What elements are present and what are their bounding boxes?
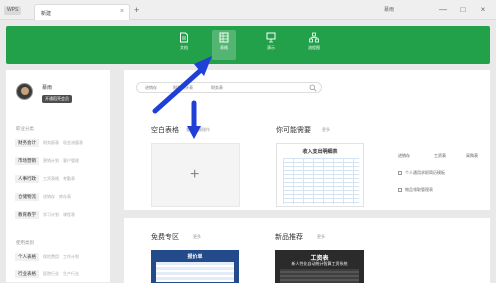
suggestion-text: 物品领取管理表	[405, 187, 433, 192]
recommend-section-title: 你可能需要	[276, 127, 311, 134]
occupation-section-title: 职业分类	[16, 126, 34, 131]
free-more-link[interactable]: 更多	[193, 234, 201, 240]
category-sub-link[interactable]: 课程表	[63, 212, 75, 218]
create-spreadsheet-button[interactable]: 表格	[212, 30, 236, 60]
category-row: 财务会计 财务报表 现金流量表	[15, 138, 83, 148]
minimize-button[interactable]: —	[436, 3, 450, 17]
spreadsheet-icon	[219, 32, 229, 43]
category-personal[interactable]: 个人表格	[15, 253, 39, 261]
document-icon	[398, 187, 402, 192]
suggestion-item[interactable]: 个人通用求职简历模板	[398, 170, 445, 176]
category-row: 仓储物流 进销存 库存表	[15, 192, 71, 202]
search-tag[interactable]: 财务表	[211, 85, 223, 91]
flowchart-icon	[309, 32, 319, 43]
category-sub-link[interactable]: 库存表	[59, 194, 71, 200]
new-more-link[interactable]: 更多	[317, 234, 325, 240]
category-sub-link[interactable]: 财务报表	[43, 140, 59, 146]
tab-label: 新建	[41, 11, 52, 17]
add-tab-button[interactable]: +	[134, 6, 139, 15]
template-title: 收入支出明细表	[302, 149, 338, 155]
search-icon[interactable]	[309, 84, 317, 92]
keyword-link[interactable]: 进销存	[398, 153, 410, 159]
usage-section-title: 使用类别	[16, 240, 34, 245]
category-industry[interactable]: 行业表格	[15, 270, 39, 278]
search-tag[interactable]: 进销存	[145, 85, 157, 91]
category-row: 人事行政 工资表格 考勤表	[15, 174, 75, 184]
category-sub-link[interactable]: 考勤表	[63, 176, 75, 182]
template-card[interactable]: 收入支出明细表	[276, 143, 364, 207]
profile-username: 慕雨	[42, 85, 53, 91]
open-vip-button[interactable]: 开通稻壳会员	[42, 95, 72, 103]
tab-new[interactable]: 新建 ×	[34, 4, 130, 20]
category-row: 个人表格 保险费用 工作计划	[15, 252, 79, 262]
create-document-button[interactable]: 文档	[172, 30, 196, 60]
sidebar: 慕雨 开通稻壳会员 职业分类 财务会计 财务报表 现金流量表 市场营销 营销计划…	[6, 70, 110, 282]
category-sub-link[interactable]: 学习计划	[43, 212, 59, 218]
category-sub-link[interactable]: 工资表格	[43, 176, 59, 182]
category-row: 教育教学 学习计划 课程表	[15, 210, 75, 220]
title-bar: WPS 新建 × + 慕雨 — □ ×	[0, 0, 496, 20]
close-window-button[interactable]: ×	[476, 3, 490, 17]
template-search-bar[interactable]: 进销存 财务统计表 财务表	[136, 82, 322, 93]
new-card-preview	[280, 269, 359, 283]
nav-label-flowchart: 流程图	[308, 45, 320, 50]
category-marketing[interactable]: 市场营销	[15, 157, 39, 165]
document-icon	[180, 32, 188, 43]
create-flowchart-button[interactable]: 流程图	[302, 30, 326, 60]
template-preview	[283, 158, 359, 204]
maximize-button[interactable]: □	[456, 3, 470, 17]
account-name[interactable]: 慕雨	[384, 6, 394, 13]
free-card-preview	[156, 262, 234, 282]
nav-label-document: 文档	[180, 45, 188, 50]
category-education[interactable]: 教育教学	[15, 211, 39, 219]
category-logistics[interactable]: 仓储物流	[15, 193, 39, 201]
new-section-title: 新品推荐	[275, 234, 303, 241]
presentation-icon	[266, 32, 276, 43]
plus-icon: +	[190, 166, 200, 183]
free-card-title: 报价单	[187, 254, 203, 260]
keyword-link[interactable]: 采购表	[466, 153, 478, 159]
blank-section-title: 空白表格	[151, 127, 179, 134]
category-hr[interactable]: 人事行政	[15, 175, 39, 183]
quick-actions-link[interactable]: 查看快捷操作	[186, 127, 210, 133]
category-sub-link[interactable]: 进销存	[43, 194, 55, 200]
category-sub-link[interactable]: 营销计划	[43, 158, 59, 164]
nav-label-presentation: 演示	[267, 45, 275, 50]
suggestion-text: 个人通用求职简历模板	[405, 170, 445, 175]
document-icon	[398, 170, 402, 175]
app-logo[interactable]: WPS	[4, 6, 22, 15]
free-template-card[interactable]: 报价单	[151, 250, 239, 283]
recommend-more-link[interactable]: 更多	[322, 127, 330, 133]
keyword-link[interactable]: 工资表	[434, 153, 446, 159]
category-row: 市场营销 营销计划 客户管理	[15, 156, 79, 166]
create-presentation-button[interactable]: 演示	[259, 30, 283, 60]
search-tag[interactable]: 财务统计表	[173, 85, 193, 91]
category-row: 行业表格 医院行业 生产行业	[15, 269, 79, 279]
tab-close-icon[interactable]: ×	[120, 8, 124, 15]
category-sub-link[interactable]: 医院行业	[43, 271, 59, 277]
category-sub-link[interactable]: 客户管理	[63, 158, 79, 164]
new-card-subtitle: 新人性化自动统计智算工资系统	[291, 261, 348, 266]
avatar[interactable]	[16, 83, 33, 100]
new-template-card[interactable]: 工资表 新人性化自动统计智算工资系统	[275, 250, 364, 283]
free-section-title: 免费专区	[151, 234, 179, 241]
category-sub-link[interactable]: 工作计划	[63, 254, 79, 260]
category-sub-link[interactable]: 保险费用	[43, 254, 59, 260]
category-sub-link[interactable]: 生产行业	[63, 271, 79, 277]
category-sub-link[interactable]: 现金流量表	[63, 140, 83, 146]
category-finance[interactable]: 财务会计	[15, 139, 39, 147]
new-blank-spreadsheet-card[interactable]: +	[151, 143, 240, 207]
nav-label-spreadsheet: 表格	[220, 45, 228, 50]
suggestion-item[interactable]: 物品领取管理表	[398, 187, 433, 193]
create-type-banner: 文档 表格 演示 流程图	[6, 26, 490, 64]
